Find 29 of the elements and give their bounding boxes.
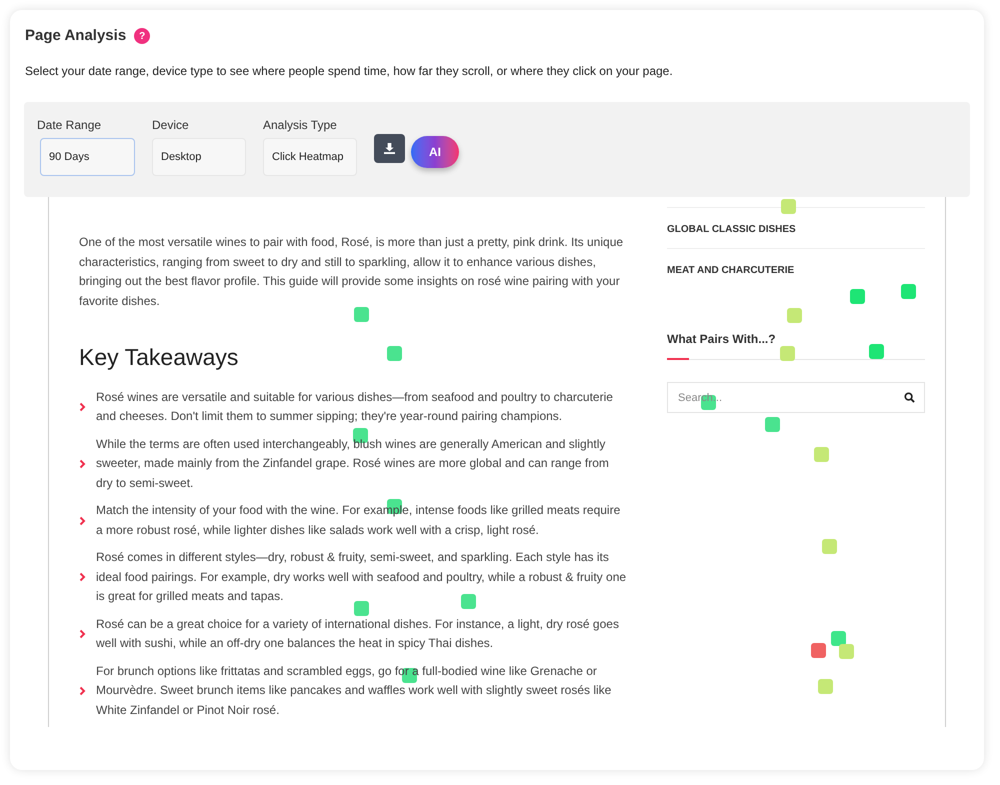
description-text: Select your date range, device type to see where people spend time, how far they scroll, or where they click on your page. xyxy=(24,63,674,80)
dropdown-field[interactable]: 90 Days xyxy=(40,138,135,176)
dropdown-field[interactable]: Desktop xyxy=(152,138,246,176)
chevron-icon xyxy=(79,402,86,412)
help-icon[interactable]: ? xyxy=(134,28,150,44)
chevron-icon xyxy=(79,629,86,639)
page-title: Page Analysis xyxy=(24,26,126,46)
heading-underline xyxy=(667,358,689,360)
chevron-icon xyxy=(79,516,86,526)
field-label: Device xyxy=(152,117,190,134)
takeaway-text: While the terms are often used interchangeably, blush wines are generally American and slightly sweeter, made mainly from the Zinfandel grape. Rosé wines are more global and can range from dry to semi-sweet. xyxy=(96,436,610,492)
category-link[interactable]: GLOBAL CLASSIC DISHES xyxy=(667,224,796,235)
field-label: Analysis Type xyxy=(263,117,338,134)
chevron-icon xyxy=(79,458,86,469)
download-icon xyxy=(384,143,395,154)
ai-button[interactable]: AI xyxy=(411,136,459,168)
download-button[interactable] xyxy=(374,134,405,163)
sidebar-heading: What Pairs With...? xyxy=(667,332,776,346)
section-heading: Key Takeaways xyxy=(79,343,240,372)
field-label: Date Range xyxy=(37,117,102,134)
search-icon[interactable] xyxy=(904,392,915,403)
chevron-icon xyxy=(79,572,86,582)
dropdown-field[interactable]: Click Heatmap xyxy=(263,138,357,176)
chevron-icon xyxy=(79,686,86,696)
category-link[interactable]: MEAT AND CHARCUTERIE xyxy=(667,265,794,276)
takeaway-text: Rosé comes in different styles—dry, robust & fruity, semi-sweet, and sparkling. Each style has its ideal food pairings. For example, dry works well with seafood and poultry, while a robust & fruity one is great for grilled meats and tapas. xyxy=(96,549,627,605)
takeaway-text: Rosé wines are versatile and suitable for various dishes—from seafood and poultry to charcuterie and cheeses. Don't limit them to summer sipping; they're year-round pairing champions. xyxy=(96,388,614,425)
paragraph-text: One of the most versatile wines to pair with food, Rosé, is more than just a pretty, pink drink. Its unique characteristics, ranging from sweet to dry and still to sparkling, allow it to enhance various dishes, bringing out the best flavor profile. This guide will provide some insights on rosé wine pairing with your favorite dishes. xyxy=(79,234,624,310)
takeaway-text: Rosé can be a great choice for a variety of international dishes. For instance, a light, dry rosé goes well with sushi, while an off-dry one balances the heat in spicy Thai dishes. xyxy=(96,616,620,652)
